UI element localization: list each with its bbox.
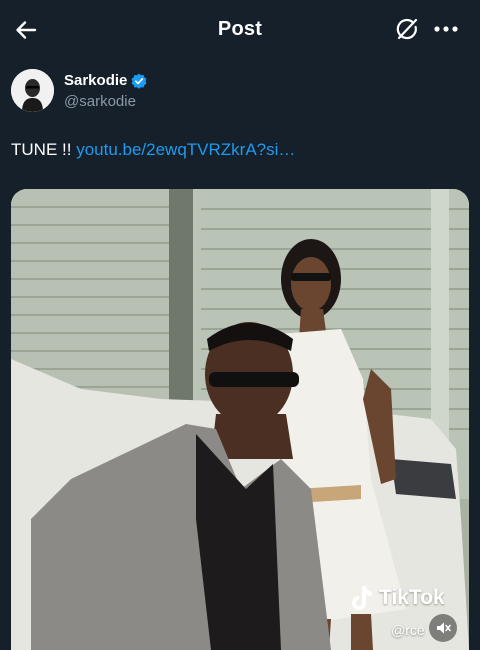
grok-button[interactable] — [392, 14, 422, 44]
video-media[interactable]: TikTok @rce — [11, 189, 469, 650]
more-horizontal-icon — [434, 26, 458, 32]
profile-avatar — [11, 69, 54, 112]
avatar[interactable] — [11, 69, 54, 112]
top-bar: Post — [0, 0, 480, 60]
volume-muted-icon — [437, 622, 451, 634]
mute-button[interactable] — [429, 614, 457, 642]
post-author: Sarkodie @sarkodie — [11, 69, 411, 113]
tweet-text: TUNE !! youtu.be/2ewqTVRZkrA?si… — [11, 140, 295, 160]
tiktok-brand: TikTok — [379, 586, 445, 609]
tweet-body: TUNE !! — [11, 140, 72, 159]
video-frame — [11, 189, 469, 650]
tiktok-watermark: TikTok — [349, 584, 445, 612]
verified-badge-icon — [131, 73, 147, 89]
more-options-button[interactable] — [430, 14, 462, 44]
tweet-link[interactable]: youtu.be/2ewqTVRZkrA?si… — [76, 140, 295, 159]
grok-icon — [396, 18, 418, 40]
tiktok-username: @rce — [391, 622, 425, 638]
author-name[interactable]: Sarkodie — [64, 72, 127, 89]
tiktok-icon — [352, 586, 372, 610]
author-handle[interactable]: @sarkodie — [64, 93, 136, 110]
